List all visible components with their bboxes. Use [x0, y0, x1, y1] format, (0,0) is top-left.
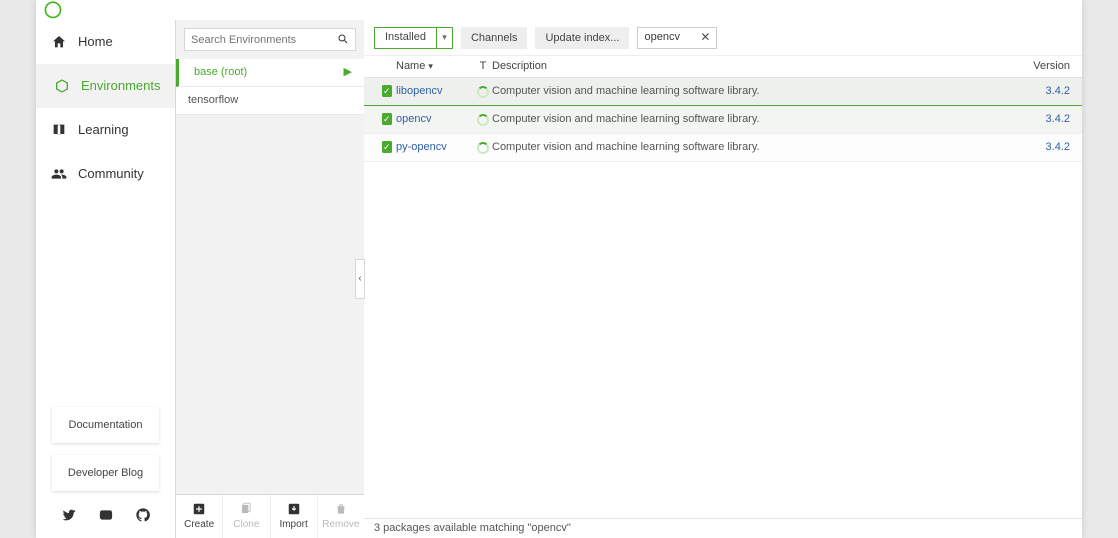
chevron-down-icon: ▾	[436, 28, 452, 48]
channels-button[interactable]: Channels	[461, 27, 527, 49]
status-bar: 3 packages available matching "opencv"	[364, 518, 1082, 538]
loading-icon	[477, 114, 489, 126]
package-desc: Computer vision and machine learning sof…	[492, 112, 1028, 127]
youtube-icon[interactable]	[98, 507, 114, 528]
play-icon[interactable]: ▶	[344, 65, 352, 80]
package-table-header: Name ▾ T Description Version	[364, 56, 1082, 78]
sidebar-item-label: Environments	[81, 77, 160, 95]
search-icon	[337, 33, 349, 50]
env-item-label: tensorflow	[188, 93, 238, 108]
sidebar-item-label: Community	[78, 165, 144, 183]
sidebar-item-learning[interactable]: Learning	[36, 108, 175, 152]
env-action-label: Import	[279, 518, 307, 532]
social-row	[36, 497, 175, 538]
filter-select[interactable]: Installed ▾	[374, 27, 453, 49]
package-row[interactable]: ✓ py-opencv Computer vision and machine …	[364, 134, 1082, 162]
env-search-box[interactable]	[184, 28, 356, 51]
package-version: 3.4.2	[1028, 84, 1082, 99]
env-action-label: Create	[184, 518, 214, 532]
sidebar: Home Environments Learning	[36, 20, 176, 538]
env-search-area	[176, 20, 364, 59]
package-panel: Installed ▾ Channels Update index... ope…	[364, 20, 1082, 538]
package-row[interactable]: ✓ opencv Computer vision and machine lea…	[364, 106, 1082, 134]
package-rows: ✓ libopencv Computer vision and machine …	[364, 78, 1082, 518]
update-index-button[interactable]: Update index...	[535, 27, 629, 49]
package-name: libopencv	[396, 84, 474, 99]
chevron-left-icon: ‹	[358, 272, 361, 286]
package-name: py-opencv	[396, 140, 474, 155]
env-list: base (root) ▶ tensorflow	[176, 59, 364, 494]
plus-icon	[192, 502, 206, 516]
book-icon	[50, 121, 68, 139]
sidebar-item-environments[interactable]: Environments	[36, 64, 175, 108]
box-icon	[53, 77, 71, 95]
trash-icon	[334, 502, 348, 516]
package-desc: Computer vision and machine learning sof…	[492, 84, 1028, 99]
sort-icon: ▾	[428, 60, 433, 73]
import-icon	[287, 502, 301, 516]
copy-icon	[239, 502, 253, 516]
package-name: opencv	[396, 112, 474, 127]
package-toolbar: Installed ▾ Channels Update index... ope…	[364, 20, 1082, 56]
collapse-handle[interactable]: ‹	[355, 259, 365, 299]
column-t[interactable]: T	[474, 59, 492, 74]
checkbox-checked-icon[interactable]: ✓	[382, 113, 392, 125]
loading-icon	[477, 142, 489, 154]
sidebar-item-community[interactable]: Community	[36, 152, 175, 196]
env-actions: Create Clone Import	[176, 494, 364, 538]
package-version: 3.4.2	[1028, 140, 1082, 155]
sidebar-card-label: Developer Blog	[68, 466, 143, 481]
env-search-input[interactable]	[185, 29, 355, 50]
top-bar: ◯	[36, 0, 1082, 20]
env-action-label: Clone	[233, 518, 259, 532]
column-description[interactable]: Description	[492, 59, 1028, 74]
sidebar-card-label: Documentation	[69, 418, 143, 433]
checkbox-checked-icon[interactable]: ✓	[382, 85, 392, 97]
package-search-box[interactable]: opencv ✕	[637, 27, 717, 49]
app-logo: ◯	[44, 0, 63, 21]
sidebar-card-devblog[interactable]: Developer Blog	[52, 455, 159, 491]
package-desc: Computer vision and machine learning sof…	[492, 140, 1028, 155]
sidebar-card-documentation[interactable]: Documentation	[52, 407, 159, 443]
status-text: 3 packages available matching "opencv"	[374, 521, 571, 536]
package-row[interactable]: ✓ libopencv Computer vision and machine …	[364, 78, 1082, 106]
env-action-label: Remove	[322, 518, 359, 532]
sidebar-item-home[interactable]: Home	[36, 20, 175, 64]
github-icon[interactable]	[135, 507, 151, 528]
people-icon	[50, 165, 68, 183]
package-search-value: opencv	[644, 30, 679, 45]
env-clone-button[interactable]: Clone	[223, 495, 270, 538]
environments-column: base (root) ▶ tensorflow ‹ Crea	[176, 20, 364, 538]
column-version[interactable]: Version	[1028, 59, 1082, 74]
env-item-tensorflow[interactable]: tensorflow	[176, 87, 364, 115]
package-version: 3.4.2	[1028, 112, 1082, 127]
sidebar-item-label: Home	[78, 33, 113, 51]
env-create-button[interactable]: Create	[176, 495, 223, 538]
env-item-label: base (root)	[194, 65, 247, 80]
twitter-icon[interactable]	[61, 507, 77, 528]
env-import-button[interactable]: Import	[271, 495, 318, 538]
clear-icon[interactable]: ✕	[700, 29, 710, 46]
filter-value: Installed	[375, 30, 436, 45]
env-item-base[interactable]: base (root) ▶	[176, 59, 364, 87]
home-icon	[50, 33, 68, 51]
loading-icon	[477, 86, 489, 98]
env-remove-button[interactable]: Remove	[318, 495, 364, 538]
sidebar-item-label: Learning	[78, 121, 129, 139]
column-name[interactable]: Name ▾	[396, 59, 474, 74]
checkbox-checked-icon[interactable]: ✓	[382, 141, 392, 153]
